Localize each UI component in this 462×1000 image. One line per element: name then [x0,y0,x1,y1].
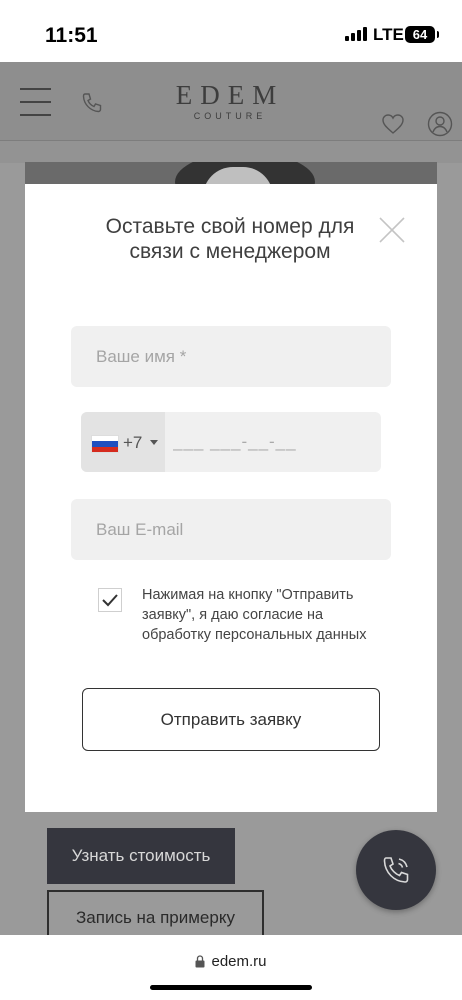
name-field[interactable] [71,326,391,387]
consent-checkbox[interactable] [98,588,122,612]
browser-bar: edem.ru [0,935,462,1000]
country-code-select[interactable]: +7 [81,412,165,472]
callback-fab-button[interactable] [356,830,436,910]
site-logo[interactable]: EDEM COUTURE [140,80,320,121]
url-bar[interactable]: edem.ru [0,953,462,970]
network-label: LTE [373,25,404,44]
home-indicator[interactable] [150,985,312,990]
email-field[interactable] [71,499,391,560]
site-header: EDEM COUTURE [0,62,462,140]
battery-indicator: 64 [405,26,439,43]
signal-icon [345,27,367,41]
heart-icon[interactable] [381,113,405,135]
phone-input[interactable] [173,412,373,472]
user-icon[interactable] [427,111,453,137]
status-time: 11:51 [45,24,98,47]
modal-title: Оставьте свой номер для связи с менеджер… [105,215,355,263]
phone-icon[interactable] [80,91,104,115]
flag-ru-icon [91,435,119,453]
menu-icon[interactable] [20,88,51,118]
logo-sub-text: COUTURE [193,111,267,121]
price-button[interactable]: Узнать стоимость [47,828,235,884]
logo-main-text: EDEM [175,80,285,110]
checkmark-icon [102,594,118,607]
phone-callback-icon [383,857,409,883]
header-divider [0,140,462,163]
country-dial-code: +7 [123,433,143,452]
caret-down-icon [150,440,158,445]
url-text: edem.ru [211,953,267,970]
submit-button[interactable]: Отправить заявку [82,688,380,751]
phone-field: +7 [81,412,381,472]
callback-modal: Оставьте свой номер для связи с менеджер… [25,184,437,812]
consent-text: Нажимая на кнопку "Отправить заявку", я … [142,587,367,643]
lock-icon [195,955,205,968]
close-icon[interactable] [378,216,406,244]
status-bar: 11:51 LTE 64 [0,0,462,62]
